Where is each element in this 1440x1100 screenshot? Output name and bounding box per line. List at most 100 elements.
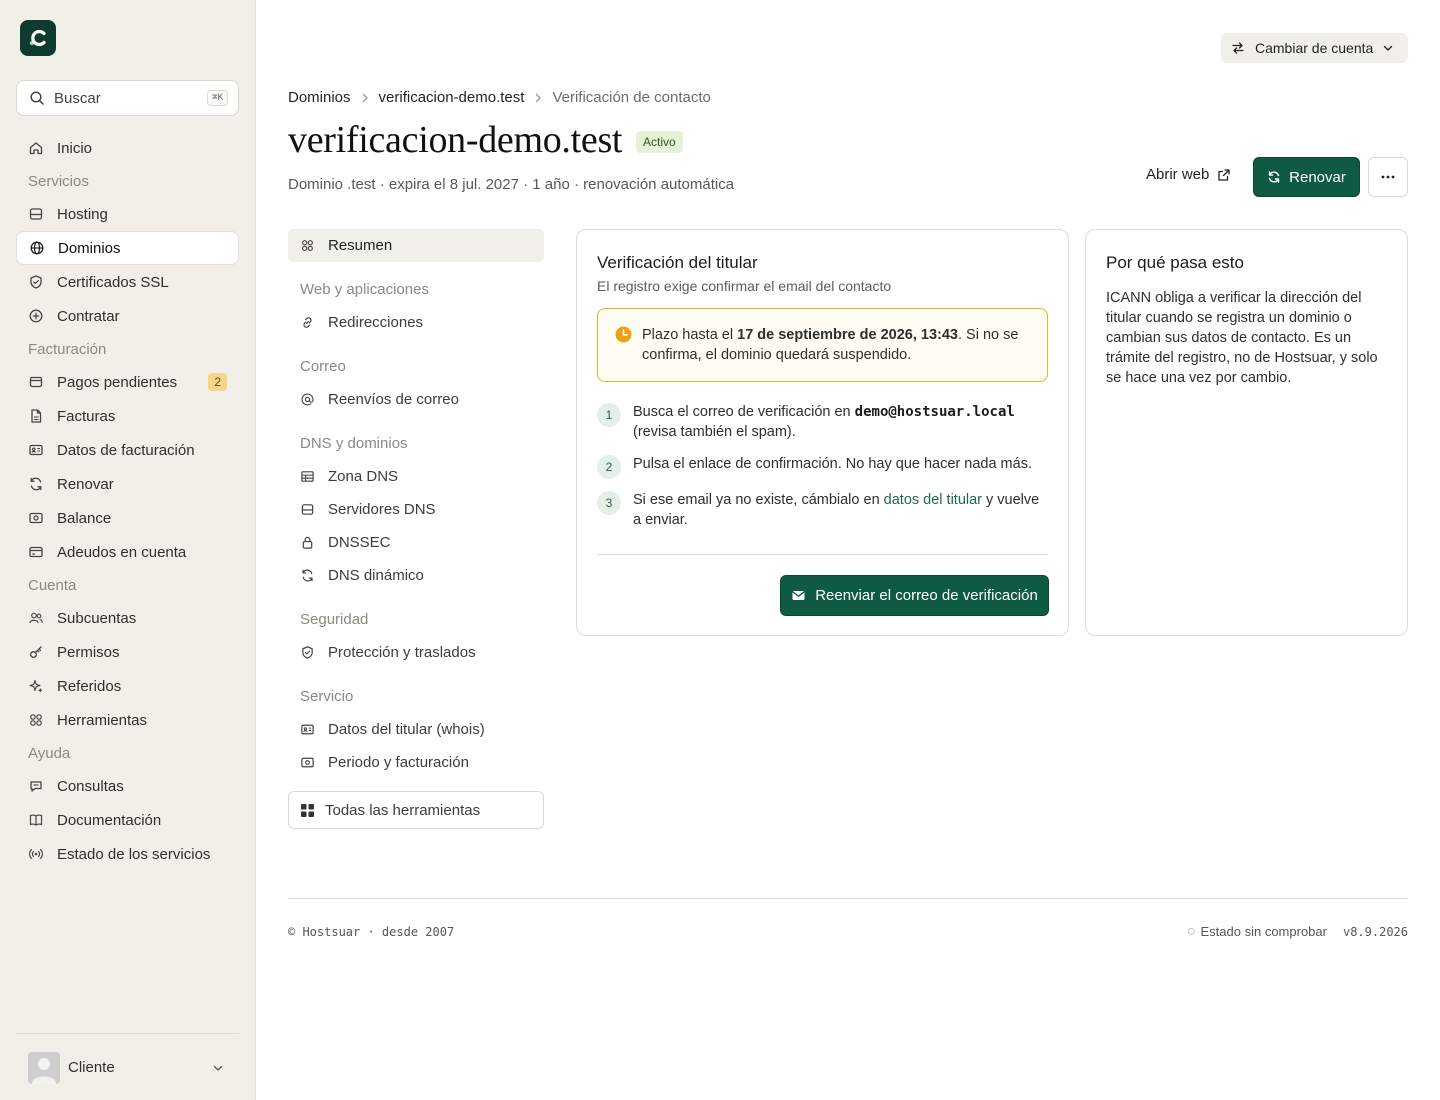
key-icon <box>30 646 42 658</box>
contact-email: demo@hostsuar.local <box>854 404 1015 420</box>
resend-verification-button[interactable]: Reenviar el correo de verificación <box>780 575 1049 616</box>
sidebar-item-label: Balance <box>57 509 112 527</box>
broadcast-icon <box>29 848 43 860</box>
sidebar-item-facturas[interactable]: Facturas <box>16 399 239 433</box>
sidebar-item-documentacion[interactable]: Documentación <box>16 803 239 837</box>
search-input[interactable] <box>54 89 208 107</box>
why-text: ICANN obliga a verificar la dirección de… <box>1106 290 1378 386</box>
subnav-section-label: Seguridad <box>300 611 369 628</box>
sparkles-icon <box>29 679 42 692</box>
breadcrumb-current: Verificación de contacto <box>552 89 711 106</box>
service-status-link[interactable]: Estado sin comprobar <box>1201 924 1327 939</box>
step-3: 3 Si ese email ya no existe, cámbialo en… <box>597 490 1048 530</box>
refresh-icon <box>1268 171 1280 183</box>
sidebar-item-balance[interactable]: Balance <box>16 501 239 535</box>
sidebar-item-label: Inicio <box>57 139 93 157</box>
alert-deadline: 17 de septiembre de 2026, 13:43 <box>737 327 958 343</box>
sidebar-item-subcuentas[interactable]: Subcuentas <box>16 601 239 635</box>
user-menu[interactable]: Cliente <box>16 1033 239 1089</box>
sidebar-item-dominios[interactable]: Dominios <box>16 231 239 265</box>
more-actions-button[interactable] <box>1368 157 1408 197</box>
subnav-item-datos-del-titular-whois[interactable]: Datos del titular (whois) <box>288 713 544 746</box>
open-web-label: Abrir web <box>1146 166 1210 183</box>
sidebar-item-pagos-pendientes[interactable]: Pagos pendientes 2 <box>16 365 239 399</box>
sidebar-item-label: Documentación <box>57 811 162 829</box>
step-number: 3 <box>597 491 621 515</box>
server-icon <box>301 504 314 515</box>
breadcrumb-dominios[interactable]: Dominios <box>288 89 351 106</box>
shield-icon <box>302 646 313 659</box>
alert-prefix: Plazo hasta el <box>642 327 738 343</box>
refresh-icon <box>302 569 313 582</box>
sidebar-item-renovar[interactable]: Renovar <box>16 467 239 501</box>
sidebar-item-label: Certificados SSL <box>57 273 169 291</box>
sidebar-item-certificados-ssl[interactable]: Certificados SSL <box>16 265 239 299</box>
sidebar-item-datos-de-facturacion[interactable]: Datos de facturación <box>16 433 239 467</box>
subnav-item-dnssec[interactable]: DNSSEC <box>288 526 544 559</box>
shield-icon <box>30 275 42 289</box>
swap-icon <box>1232 42 1244 54</box>
sidebar-item-permisos[interactable]: Permisos <box>16 635 239 669</box>
subnav-section-label: DNS y dominios <box>300 435 408 452</box>
sidebar-item-contratar[interactable]: Contratar <box>16 299 239 333</box>
footer: © Hostsuar · desde 2007 Estado sin compr… <box>288 898 1408 939</box>
lock-icon <box>302 536 313 549</box>
switch-account-button[interactable]: Cambiar de cuenta <box>1221 33 1408 63</box>
sidebar-item-herramientas[interactable]: Herramientas <box>16 703 239 737</box>
sidebar-item-consultas[interactable]: Consultas <box>16 769 239 803</box>
subnav-section-label: Correo <box>300 358 346 375</box>
sidebar-item-label: Renovar <box>57 475 114 493</box>
subnav-item-resumen[interactable]: Resumen <box>288 229 544 262</box>
subnav-item-proteccion-y-traslados[interactable]: Protección y traslados <box>288 636 544 669</box>
why-card: Por qué pasa esto ICANN obliga a verific… <box>1085 229 1408 636</box>
sidebar-nav: Inicio Servicios Hosting Dominios Certificad… <box>16 131 239 871</box>
app-version: v8.9.2026 <box>1342 924 1408 939</box>
all-tools-button[interactable]: Todas las herramientas <box>288 791 544 829</box>
sidebar-item-estado-de-los-servicios[interactable]: Estado de los servicios <box>16 837 239 871</box>
sidebar-item-label: Hosting <box>57 205 108 223</box>
sidebar-item-label: Subcuentas <box>57 609 137 627</box>
subnav-item-label: Protección y traslados <box>328 644 476 661</box>
chat-icon <box>30 781 42 792</box>
status-dot-icon <box>1187 928 1195 935</box>
search-box[interactable]: ⌘K <box>16 80 239 116</box>
id-card-icon <box>301 724 314 735</box>
sidebar-item-label: Estado de los servicios <box>57 845 211 863</box>
subnav-item-zona-dns[interactable]: Zona DNS <box>288 460 544 493</box>
renew-button[interactable]: Renovar <box>1253 157 1360 197</box>
search-shortcut: ⌘K <box>207 90 228 106</box>
subnav-item-dns-dinamico[interactable]: DNS dinámico <box>288 559 544 592</box>
sidebar-item-label: Facturas <box>57 407 116 425</box>
resend-label: Reenviar el correo de verificación <box>815 587 1038 604</box>
search-icon <box>30 91 44 105</box>
subnav-item-label: Periodo y facturación <box>328 754 469 771</box>
chevron-right-icon <box>536 93 542 102</box>
subnav-item-servidores-dns[interactable]: Servidores DNS <box>288 493 544 526</box>
subnav-section-label: Servicio <box>300 688 354 705</box>
status-badge: Activo <box>636 131 683 153</box>
avatar <box>28 1051 60 1084</box>
sidebar-item-hosting[interactable]: Hosting <box>16 197 239 231</box>
chevron-down-icon <box>1384 45 1393 51</box>
sidebar-item-referidos[interactable]: Referidos <box>16 669 239 703</box>
app-logo[interactable] <box>20 20 56 56</box>
nav-section-label: Servicios <box>28 172 89 190</box>
owner-data-link[interactable]: datos del titular <box>884 492 982 508</box>
chevron-down-icon <box>213 1065 223 1071</box>
open-web-link[interactable]: Abrir web <box>1146 166 1231 183</box>
sidebar-item-inicio[interactable]: Inicio <box>16 131 239 165</box>
subnav-item-redirecciones[interactable]: Redirecciones <box>288 306 544 339</box>
banknote-icon <box>301 757 314 768</box>
domain-tools-list: Resumen Web y aplicaciones Redirecciones Co… <box>288 229 544 779</box>
subnav-item-reenvios-de-correo[interactable]: Reenvíos de correo <box>288 383 544 416</box>
subnav-item-periodo-y-facturacion[interactable]: Periodo y facturación <box>288 746 544 779</box>
logo-mark-icon <box>29 29 46 47</box>
wallet-icon <box>29 376 43 388</box>
sidebar-item-label: Referidos <box>57 677 122 695</box>
grid-icon <box>30 714 42 726</box>
subnav-item-label: DNS dinámico <box>328 567 424 584</box>
nav-section-servicios: Servicios <box>16 165 239 197</box>
sidebar-item-adeudos-en-cuenta[interactable]: Adeudos en cuenta <box>16 535 239 569</box>
breadcrumb-domain[interactable]: verificacion-demo.test <box>379 89 525 106</box>
subnav-item-label: Servidores DNS <box>328 501 436 518</box>
